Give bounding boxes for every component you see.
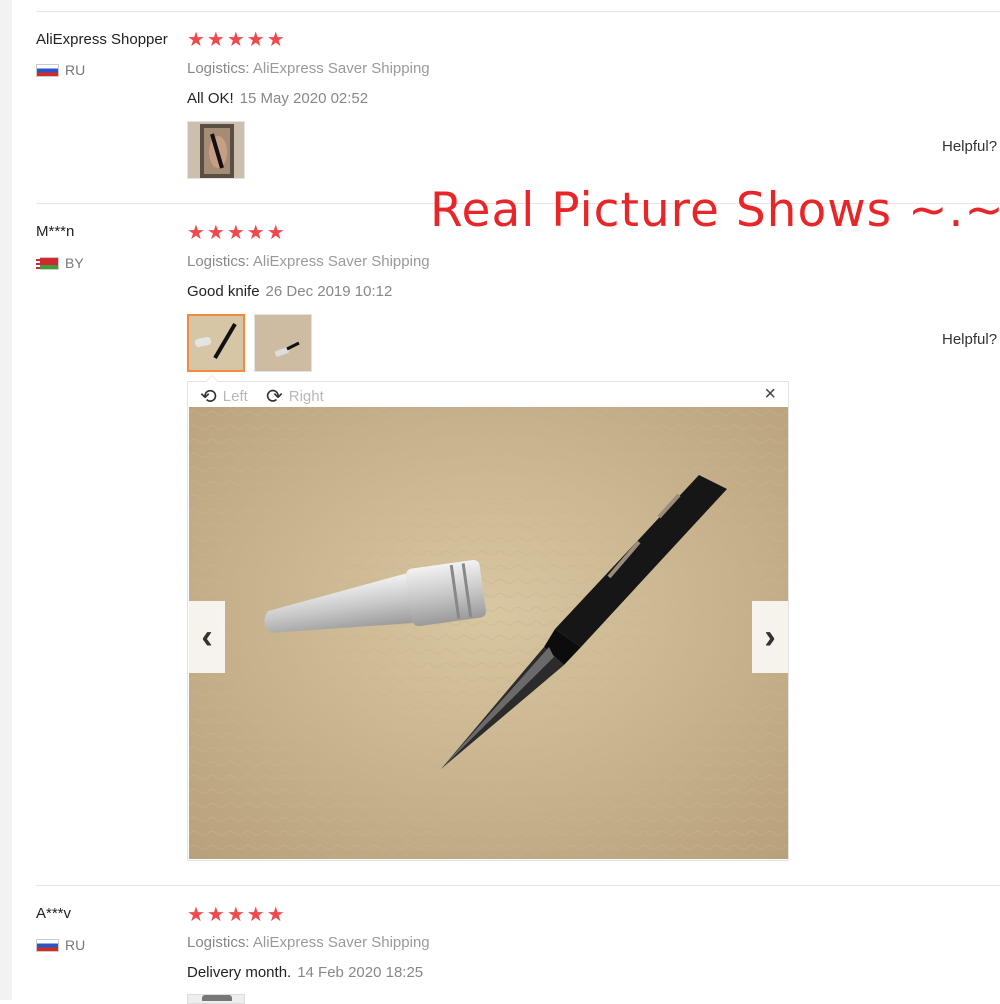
review-comment: Good knife 26 Dec 2019 10:12 [187,283,392,300]
flag-by-icon [36,256,59,270]
rotate-right-button[interactable]: ⟳ Right [266,384,324,409]
country-code: RU [65,937,86,953]
reviewer-country: BY [36,255,84,271]
rotate-left-icon: ⟲ [200,386,217,408]
review-photo-thumbnail[interactable] [187,994,245,1004]
logistics-label: Logistics: [187,60,250,77]
review-date: 26 Dec 2019 10:12 [265,283,393,300]
country-code: RU [65,62,86,78]
left-gutter [0,0,12,1000]
comment-text: Delivery month. [187,964,292,981]
review-date: 14 Feb 2020 18:25 [297,964,424,981]
rotate-right-label: Right [288,388,324,405]
next-photo-button[interactable]: › [752,601,788,673]
review-photo-thumbnail-selected[interactable] [187,314,245,372]
review-photo-large: ‹ › [189,407,788,859]
logistics-info: Logistics: AliExpress Saver Shipping [187,60,430,77]
reviewer-name: M***n [36,223,75,240]
photo-viewer: ⟲ Left ⟳ Right × ‹ › [187,375,789,861]
logistics-info: Logistics: AliExpress Saver Shipping [187,934,430,951]
rotate-left-button[interactable]: ⟲ Left [200,384,248,409]
close-icon[interactable]: × [764,383,776,406]
logistics-value: AliExpress Saver Shipping [252,253,430,270]
logistics-value: AliExpress Saver Shipping [252,60,430,77]
rating-stars: ★★★★★ [187,904,287,926]
rotate-left-label: Left [222,388,248,405]
rating-stars: ★★★★★ [187,29,287,51]
review-photo-thumbnail[interactable] [187,121,245,179]
logistics-label: Logistics: [187,253,250,270]
reviewer-name: A***v [36,905,72,922]
viewer-toolbar: ⟲ Left ⟳ Right × [188,382,788,409]
flag-ru-icon [36,938,59,952]
logistics-value: AliExpress Saver Shipping [252,934,430,951]
logistics-label: Logistics: [187,934,250,951]
country-code: BY [65,255,84,271]
previous-photo-button[interactable]: ‹ [189,601,225,673]
review-comment: All OK! 15 May 2020 02:52 [187,90,368,107]
helpful-button[interactable]: Helpful? [942,331,997,348]
review-comment: Delivery month. 14 Feb 2020 18:25 [187,964,423,981]
reviewer-country: RU [36,937,85,953]
viewer-pointer [205,375,219,382]
review-photo-thumbnail[interactable] [254,314,312,372]
reviewer-country: RU [36,62,85,78]
review-divider [36,11,1000,12]
rotate-right-icon: ⟳ [266,386,283,408]
comment-text: Good knife [187,283,260,300]
rating-stars: ★★★★★ [187,222,287,244]
comment-text: All OK! [187,90,234,107]
overlay-headline: Real Picture Shows ~.~ [430,183,1000,238]
review-date: 15 May 2020 02:52 [239,90,369,107]
helpful-button[interactable]: Helpful? [942,138,997,155]
logistics-info: Logistics: AliExpress Saver Shipping [187,253,430,270]
reviewer-name: AliExpress Shopper [36,31,168,48]
review-divider [36,885,1000,886]
flag-ru-icon [36,63,59,77]
